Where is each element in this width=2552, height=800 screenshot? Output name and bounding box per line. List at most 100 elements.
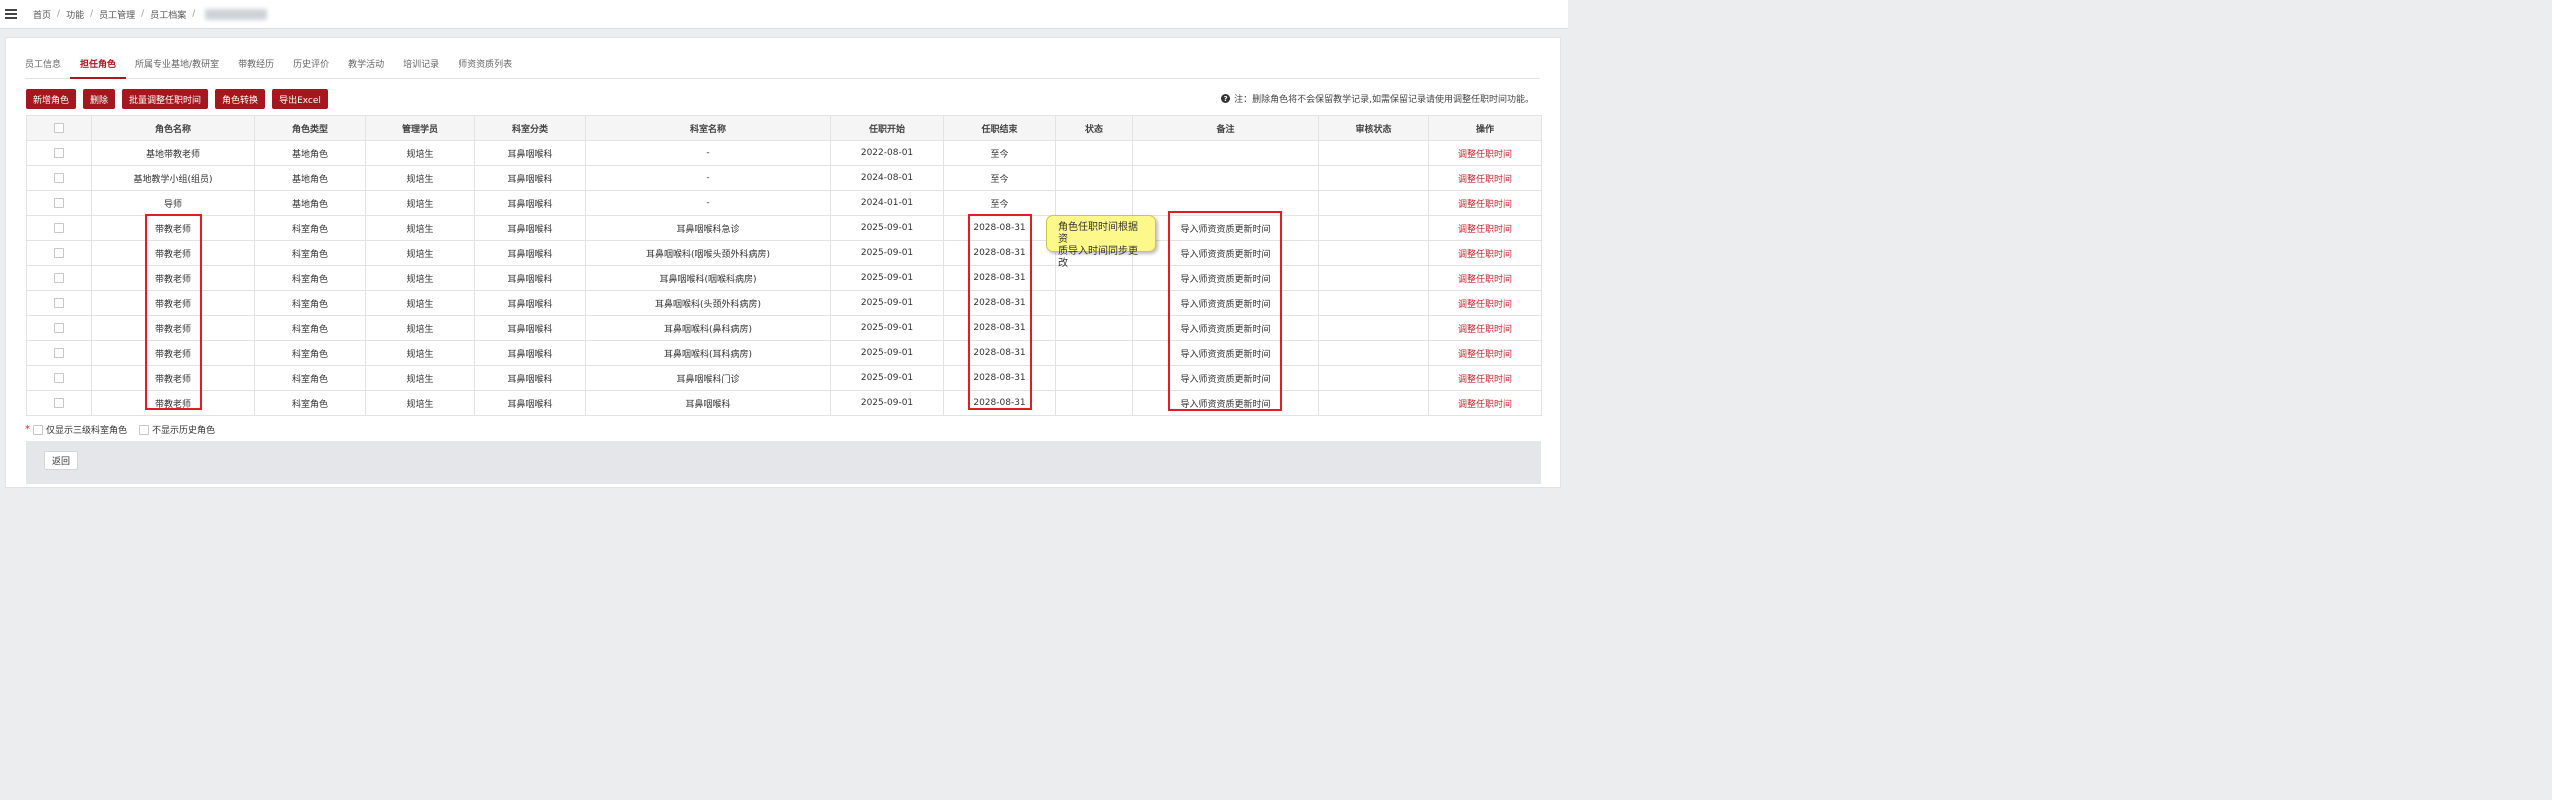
row-checkbox[interactable] bbox=[54, 147, 64, 158]
batch-adjust-time-button[interactable]: 批量调整任职时间 bbox=[122, 89, 209, 109]
dept-category-cell: 耳鼻咽喉科 bbox=[474, 140, 586, 166]
role-type-cell: 基地角色 bbox=[254, 165, 366, 191]
level3-only-checkbox[interactable] bbox=[33, 424, 43, 435]
breadcrumb-function[interactable]: 功能 bbox=[66, 8, 84, 21]
adjust-tenure-link[interactable]: 调整任职时间 bbox=[1458, 250, 1512, 260]
managed-student-cell: 规培生 bbox=[365, 390, 475, 416]
adjust-tenure-link[interactable]: 调整任职时间 bbox=[1458, 275, 1512, 285]
dept-category-cell: 耳鼻咽喉科 bbox=[474, 340, 586, 366]
role-type-cell: 科室角色 bbox=[254, 265, 366, 291]
select-all-checkbox[interactable] bbox=[54, 122, 64, 133]
tab-roles[interactable]: 担任角色 bbox=[70, 49, 127, 79]
row-checkbox[interactable] bbox=[54, 222, 64, 233]
question-icon: ? bbox=[1221, 94, 1231, 103]
row-checkbox[interactable] bbox=[54, 347, 64, 358]
remark-cell: 导入师资资质更新时间 bbox=[1132, 290, 1319, 316]
row-select-cell bbox=[26, 140, 92, 166]
role-name-cell: 带教老师 bbox=[91, 240, 255, 266]
end-date-cell: 2028-08-31 bbox=[943, 290, 1056, 316]
tab-training-records[interactable]: 培训记录 bbox=[403, 49, 439, 79]
audit-status-cell bbox=[1318, 340, 1429, 366]
tab-teaching-history[interactable]: 带教经历 bbox=[238, 49, 274, 79]
adjust-tenure-link[interactable]: 调整任职时间 bbox=[1458, 150, 1512, 160]
adjust-tenure-link[interactable]: 调整任职时间 bbox=[1458, 200, 1512, 210]
tab-teaching-activities[interactable]: 教学活动 bbox=[348, 49, 384, 79]
action-cell: 调整任职时间 bbox=[1428, 265, 1542, 291]
switch-role-button[interactable]: 角色转换 bbox=[215, 89, 266, 109]
row-select-cell bbox=[26, 390, 92, 416]
adjust-tenure-link[interactable]: 调整任职时间 bbox=[1458, 325, 1512, 335]
export-excel-button[interactable]: 导出Excel bbox=[272, 89, 328, 109]
row-select-cell bbox=[26, 165, 92, 191]
dept-name-cell: 耳鼻咽喉科(头颈外科病房) bbox=[585, 290, 831, 316]
breadcrumb-staff-management[interactable]: 员工管理 bbox=[99, 8, 135, 21]
role-name-cell: 带教老师 bbox=[91, 290, 255, 316]
managed-student-cell: 规培生 bbox=[365, 215, 475, 241]
row-checkbox[interactable] bbox=[54, 172, 64, 183]
row-checkbox[interactable] bbox=[54, 397, 64, 408]
audit-status-cell bbox=[1318, 215, 1429, 241]
action-cell: 调整任职时间 bbox=[1428, 140, 1542, 166]
role-name-cell: 带教老师 bbox=[91, 340, 255, 366]
row-checkbox[interactable] bbox=[54, 272, 64, 283]
column-header: 任职结束 bbox=[943, 115, 1056, 141]
start-date-cell: 2024-08-01 bbox=[830, 165, 944, 191]
row-checkbox[interactable] bbox=[54, 247, 64, 258]
delete-button[interactable]: 删除 bbox=[83, 89, 116, 109]
audit-status-cell bbox=[1318, 365, 1429, 391]
hamburger-menu-icon[interactable] bbox=[5, 9, 17, 19]
row-checkbox[interactable] bbox=[54, 372, 64, 383]
tab-base-department[interactable]: 所属专业基地/教研室 bbox=[135, 49, 219, 79]
row-checkbox[interactable] bbox=[54, 297, 64, 308]
remark-cell: 导入师资资质更新时间 bbox=[1132, 365, 1319, 391]
dept-name-cell: 耳鼻咽喉科 bbox=[585, 390, 831, 416]
role-type-cell: 科室角色 bbox=[254, 290, 366, 316]
main-panel: 员工信息 担任角色 所属专业基地/教研室 带教经历 历史评价 教学活动 培训记录… bbox=[5, 37, 1561, 488]
row-checkbox[interactable] bbox=[54, 322, 64, 333]
audit-status-cell bbox=[1318, 390, 1429, 416]
end-date-cell: 2028-08-31 bbox=[943, 265, 1056, 291]
top-bar: 首页 / 功能 / 员工管理 / 员工档案 / bbox=[0, 0, 1568, 29]
back-button[interactable]: 返回 bbox=[44, 451, 79, 470]
table-row: 带教老师 科室角色 规培生 耳鼻咽喉科 耳鼻咽喉科(鼻科病房) 2025-09-01 202… bbox=[26, 315, 1542, 341]
end-date-cell: 2028-08-31 bbox=[943, 365, 1056, 391]
filter-level3-only[interactable]: 仅显示三级科室角色 bbox=[33, 423, 127, 436]
tab-qualification-list[interactable]: 师资资质列表 bbox=[458, 49, 512, 79]
tab-evaluation-history[interactable]: 历史评价 bbox=[293, 49, 329, 79]
dept-category-cell: 耳鼻咽喉科 bbox=[474, 290, 586, 316]
adjust-tenure-link[interactable]: 调整任职时间 bbox=[1458, 350, 1512, 360]
filter-hide-history[interactable]: 不显示历史角色 bbox=[139, 423, 215, 436]
adjust-tenure-link[interactable]: 调整任职时间 bbox=[1458, 225, 1512, 235]
column-header: 状态 bbox=[1055, 115, 1133, 141]
start-date-cell: 2025-09-01 bbox=[830, 265, 944, 291]
dept-name-cell: 耳鼻咽喉科(咽喉科病房) bbox=[585, 265, 831, 291]
start-date-cell: 2025-09-01 bbox=[830, 315, 944, 341]
add-role-button[interactable]: 新增角色 bbox=[26, 89, 77, 109]
column-header: 科室名称 bbox=[585, 115, 831, 141]
breadcrumb-staff-archive[interactable]: 员工档案 bbox=[150, 8, 186, 21]
tab-staff-info[interactable]: 员工信息 bbox=[25, 49, 61, 79]
adjust-tenure-link[interactable]: 调整任职时间 bbox=[1458, 400, 1512, 410]
adjust-tenure-link[interactable]: 调整任职时间 bbox=[1458, 300, 1512, 310]
breadcrumb-home[interactable]: 首页 bbox=[33, 8, 51, 21]
hide-history-checkbox[interactable] bbox=[139, 424, 150, 435]
action-cell: 调整任职时间 bbox=[1428, 290, 1542, 316]
dept-name-cell: - bbox=[585, 190, 831, 216]
column-header: 操作 bbox=[1428, 115, 1542, 141]
end-date-cell: 2028-08-31 bbox=[943, 340, 1056, 366]
row-select-cell bbox=[26, 290, 92, 316]
adjust-tenure-link[interactable]: 调整任职时间 bbox=[1458, 175, 1512, 185]
dept-category-cell: 耳鼻咽喉科 bbox=[474, 390, 586, 416]
dept-name-cell: 耳鼻咽喉科门诊 bbox=[585, 365, 831, 391]
managed-student-cell: 规培生 bbox=[365, 140, 475, 166]
role-name-cell: 带教老师 bbox=[91, 365, 255, 391]
remark-cell: 导入师资资质更新时间 bbox=[1132, 240, 1319, 266]
role-type-cell: 科室角色 bbox=[254, 340, 366, 366]
row-checkbox[interactable] bbox=[54, 197, 64, 208]
roles-table: 角色名称 角色类型 管理学员 科室分类 科室名称 任职开始 任职结束 状态 备注… bbox=[26, 115, 1542, 416]
annotation-callout: 角色任职时间根据资 质导入时间同步更改 bbox=[1046, 215, 1156, 269]
adjust-tenure-link[interactable]: 调整任职时间 bbox=[1458, 375, 1512, 385]
callout-line-1: 角色任职时间根据资 bbox=[1058, 222, 1138, 245]
breadcrumb-redacted-name bbox=[205, 8, 268, 20]
role-type-cell: 科室角色 bbox=[254, 240, 366, 266]
